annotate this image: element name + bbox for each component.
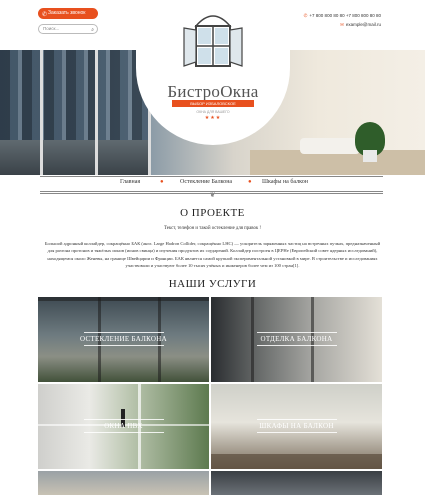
search-icon[interactable]: ⌕ bbox=[91, 26, 94, 34]
mail-icon: ✉ bbox=[340, 22, 344, 27]
nav-item-balcony-glazing[interactable]: Остекление Балкона bbox=[180, 179, 232, 185]
tile-top-line bbox=[256, 332, 337, 333]
window-frame bbox=[40, 50, 43, 175]
main-nav: Главная ● Остекление Балкона ● Шкафы на … bbox=[40, 177, 385, 191]
search-input[interactable]: Поиск... ⌕ bbox=[38, 24, 98, 34]
callback-button[interactable]: ✆ Заказать звонок bbox=[38, 8, 98, 19]
service-tile-balcony-cabinets[interactable]: ШКАФЫ НА БАЛКОН bbox=[211, 384, 382, 469]
about-text: Большой адронный коллайдер, сокращённо Б… bbox=[44, 241, 381, 268]
window-frame bbox=[95, 50, 98, 175]
service-tile-label: ШКАФЫ НА БАЛКОН bbox=[259, 422, 334, 430]
brand-stars: ★★★ bbox=[204, 116, 222, 121]
about-title: О ПРОЕКТЕ bbox=[180, 207, 245, 219]
tile-bottom-line bbox=[83, 432, 164, 433]
email-text: example@mail.ru bbox=[345, 22, 381, 27]
phone-icon: ✆ bbox=[42, 12, 48, 18]
search-placeholder: Поиск... bbox=[43, 26, 60, 31]
service-tile-balcony-finishing[interactable]: ОТДЕЛКА БАЛКОНА bbox=[211, 297, 382, 382]
tile-bottom-line bbox=[256, 432, 337, 433]
phone-icon: ✆ bbox=[303, 13, 308, 18]
tile-floor bbox=[211, 454, 382, 469]
phones-text: +7 800 800 80 80 +7 800 800 80 80 bbox=[309, 13, 381, 18]
hero-sofa bbox=[300, 138, 360, 154]
tile-top-line bbox=[256, 419, 337, 420]
brand-slogan: ВЫБОР ИЗБАЛОВСКОЕ bbox=[172, 100, 254, 107]
brand-small-text: ОКНА ДЛЯ ВАШЕГО bbox=[196, 110, 230, 114]
window-logo-icon[interactable] bbox=[182, 8, 244, 70]
brand-name[interactable]: БистроОкна bbox=[140, 82, 286, 102]
service-tile-partial[interactable] bbox=[211, 471, 382, 495]
tile-bottom-line bbox=[83, 345, 164, 346]
service-tile-partial[interactable] bbox=[38, 471, 209, 495]
tile-top-line bbox=[83, 332, 164, 333]
service-tile-label: ОТДЕЛКА БАЛКОНА bbox=[260, 335, 333, 343]
service-tile-label: ОСТЕКЛЕНИЕ БАЛКОНА bbox=[80, 335, 167, 343]
service-tile-label: ОКНА ПВХ bbox=[104, 422, 143, 430]
hero-road bbox=[0, 140, 150, 175]
tile-frame bbox=[38, 297, 209, 301]
ornament-divider: ❦ bbox=[209, 191, 216, 199]
services-title: НАШИ УСЛУГИ bbox=[168, 278, 257, 290]
nav-separator: ● bbox=[248, 179, 252, 185]
service-tile-pvc-windows[interactable]: ОКНА ПВХ bbox=[38, 384, 209, 469]
nav-item-home[interactable]: Главная bbox=[120, 179, 140, 185]
header-email[interactable]: ✉ example@mail.ru bbox=[340, 22, 381, 28]
callback-label: Заказать звонок bbox=[48, 10, 86, 16]
tile-top-line bbox=[83, 419, 164, 420]
about-subtitle: Текст, телефон и такой остекление для пр… bbox=[163, 226, 261, 231]
nav-separator: ● bbox=[160, 179, 164, 185]
hero-plant-pot bbox=[363, 150, 377, 162]
tile-bottom-line bbox=[256, 345, 337, 346]
service-tile-balcony-glazing[interactable]: ОСТЕКЛЕНИЕ БАЛКОНА bbox=[38, 297, 209, 382]
nav-item-balcony-cabinets[interactable]: Шкафы на балкон bbox=[262, 179, 308, 185]
header-phones: ✆ +7 800 800 80 80 +7 800 800 80 80 bbox=[304, 13, 381, 19]
